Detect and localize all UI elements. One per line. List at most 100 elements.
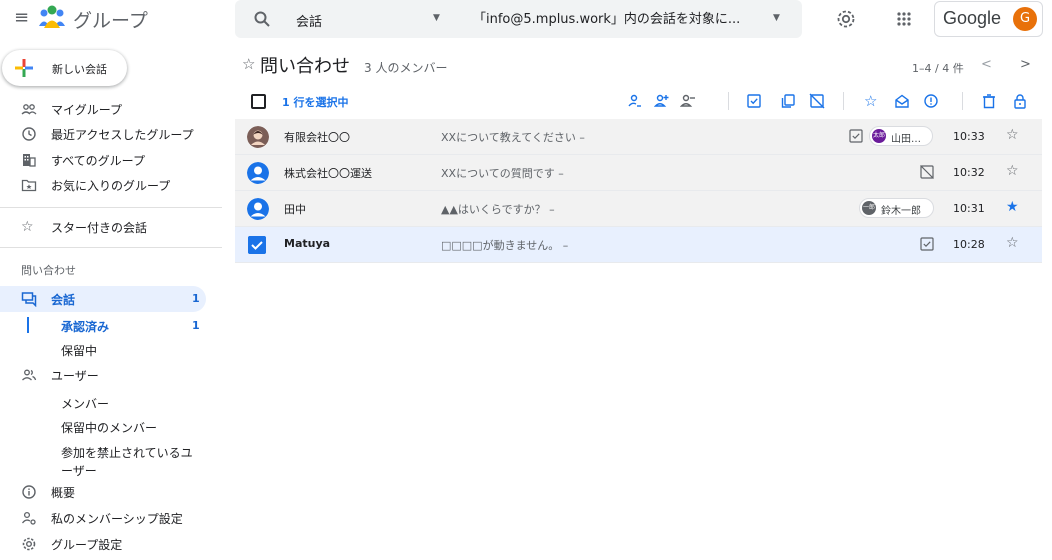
group-star-icon[interactable]: ☆ <box>242 55 255 73</box>
main-menu-icon[interactable]: ≡ <box>14 9 32 27</box>
sidebar-item-conversations[interactable]: 会話 1 <box>0 288 205 310</box>
sidebar-item-label: すべてのグループ <box>51 154 145 168</box>
completed-icon <box>920 237 934 251</box>
avatar[interactable] <box>247 162 269 184</box>
star-outline-icon[interactable]: ☆ <box>1006 163 1019 179</box>
mark-complete-icon[interactable] <box>746 93 762 109</box>
search-options-icon[interactable]: ▼ <box>773 13 780 23</box>
gear-icon <box>22 537 36 551</box>
assignee-chip[interactable]: 太郎 山田… <box>869 126 933 146</box>
sender-name: Matuya <box>284 237 331 250</box>
sidebar-divider <box>0 207 222 208</box>
row-checkbox-checked[interactable] <box>248 236 266 254</box>
star-outline-icon[interactable]: ☆ <box>864 93 880 109</box>
star-outline-icon[interactable]: ☆ <box>1006 235 1019 251</box>
people-icon <box>21 104 37 115</box>
sidebar-item-users[interactable]: ユーザー <box>0 364 205 386</box>
assignee-chip[interactable]: 一郎 鈴木一郎 <box>859 198 934 218</box>
table-row[interactable]: 有限会社〇〇 XXについて教えてください – 太郎 山田… 10:33 ☆ <box>235 119 1042 155</box>
pagination-info: 1–4 / 4 件 <box>912 62 964 75</box>
toolbar-divider <box>843 92 844 110</box>
sidebar-item-label: 最近アクセスしたグループ <box>51 128 194 142</box>
timestamp: 10:28 <box>953 238 985 251</box>
sidebar-item-label: 承認済み <box>61 320 110 334</box>
approved-count: 1 <box>192 319 200 332</box>
people-icon <box>22 369 37 381</box>
apps-grid-icon[interactable] <box>894 9 914 29</box>
star-filled-icon[interactable]: ★ <box>1006 199 1019 215</box>
star-outline-icon: ☆ <box>21 219 34 235</box>
clock-icon <box>22 127 36 141</box>
sidebar-item-label: グループ設定 <box>51 538 123 552</box>
chevron-left-icon[interactable]: < <box>981 57 992 72</box>
search-icon[interactable] <box>253 10 271 28</box>
sidebar-item-label-cont: ーザー <box>61 464 97 478</box>
assignee-name: 鈴木一郎 <box>881 206 921 217</box>
sidebar-item-pending-members[interactable]: 保留中のメンバー <box>0 419 205 437</box>
unassign-icon[interactable] <box>680 93 696 109</box>
toolbar-divider <box>962 92 963 110</box>
conversations-icon <box>21 292 37 307</box>
groups-app: ≡ グループ 会話 ▼ ▼ Google G <box>0 0 1052 560</box>
sidebar-item-label: ユーザー <box>51 369 99 383</box>
assignee-name: 山田… <box>891 134 921 145</box>
sidebar-item-favorite-groups[interactable]: お気に入りのグループ <box>0 174 205 196</box>
page-title: 問い合わせ <box>260 56 350 77</box>
table-row[interactable]: 田中 ▲▲はいくらですか？ – 一郎 鈴木一郎 10:31 ★ <box>235 191 1042 227</box>
assign-icon[interactable] <box>627 93 643 109</box>
avatar[interactable] <box>247 198 269 220</box>
app-title[interactable]: グループ <box>73 6 148 33</box>
person-settings-icon <box>21 511 36 525</box>
conversation-subject: XXについて教えてください – <box>441 131 585 144</box>
sidebar-divider <box>0 247 222 248</box>
assignee-avatar: 一郎 <box>862 201 876 215</box>
avatar[interactable] <box>247 126 269 148</box>
chevron-right-icon[interactable]: > <box>1020 57 1031 72</box>
sidebar-item-recent-groups[interactable]: 最近アクセスしたグループ <box>0 123 205 145</box>
select-all-checkbox[interactable] <box>251 94 266 109</box>
sidebar-item-my-groups[interactable]: マイグループ <box>0 98 205 120</box>
sidebar-item-members[interactable]: メンバー <box>0 395 205 413</box>
table-row[interactable]: 株式会社〇〇運送 XXについての質問です – 10:32 ☆ <box>235 155 1042 191</box>
delete-icon[interactable] <box>981 93 997 109</box>
table-row[interactable]: Matuya □□□□が動きません。 – 10:28 ☆ <box>235 227 1042 263</box>
sidebar-item-all-groups[interactable]: すべてのグループ <box>0 149 205 171</box>
assign-to-me-icon[interactable] <box>654 93 670 109</box>
group-name-label[interactable]: 問い合わせ <box>21 262 76 278</box>
sidebar-item-group-settings[interactable]: グループ設定 <box>0 533 205 555</box>
gear-icon[interactable] <box>835 8 857 30</box>
avatar[interactable]: G <box>1013 7 1037 31</box>
account-switcher[interactable]: Google G <box>934 1 1043 37</box>
sidebar-item-label: メンバー <box>61 397 110 411</box>
conversation-subject: ▲▲はいくらですか？ – <box>441 203 555 216</box>
building-icon <box>23 154 36 167</box>
sidebar-item-about[interactable]: 概要 <box>0 481 205 503</box>
new-conversation-label: 新しい会話 <box>52 63 107 76</box>
lock-icon[interactable] <box>1012 93 1028 109</box>
sidebar-item-banned-users[interactable]: 参加を禁止されているユ ーザー <box>0 444 205 480</box>
sender-name: 株式会社〇〇運送 <box>284 167 372 180</box>
sidebar-item-starred[interactable]: ☆ スター付きの会話 <box>0 216 205 238</box>
new-conversation-button[interactable]: 新しい会話 <box>2 50 127 86</box>
duplicate-icon[interactable] <box>780 93 796 109</box>
sidebar-item-label: スター付きの会話 <box>51 221 148 235</box>
no-action-needed-icon <box>920 165 934 179</box>
search-input[interactable] <box>473 9 763 29</box>
timestamp: 10:32 <box>953 166 985 179</box>
search-scope-select[interactable]: 会話 <box>296 11 322 30</box>
star-outline-icon[interactable]: ☆ <box>1006 127 1019 143</box>
sidebar-item-pending[interactable]: 保留中 <box>0 342 205 360</box>
sidebar-item-label: 会話 <box>51 293 76 307</box>
sidebar-item-label: お気に入りのグループ <box>51 179 171 193</box>
member-count[interactable]: 3 人のメンバー <box>364 59 447 76</box>
folder-star-icon <box>21 179 37 192</box>
report-icon[interactable] <box>923 93 939 109</box>
conversation-count: 1 <box>192 292 200 305</box>
no-action-needed-icon[interactable] <box>809 93 825 109</box>
groups-logo-icon[interactable] <box>38 4 66 30</box>
caret-down-icon[interactable]: ▼ <box>433 13 440 23</box>
sidebar-item-approved[interactable]: 承認済み 1 <box>0 318 205 336</box>
sidebar-item-membership[interactable]: 私のメンバーシップ設定 <box>0 507 205 529</box>
assignee-avatar: 太郎 <box>872 129 886 143</box>
mark-read-icon[interactable] <box>894 93 910 109</box>
